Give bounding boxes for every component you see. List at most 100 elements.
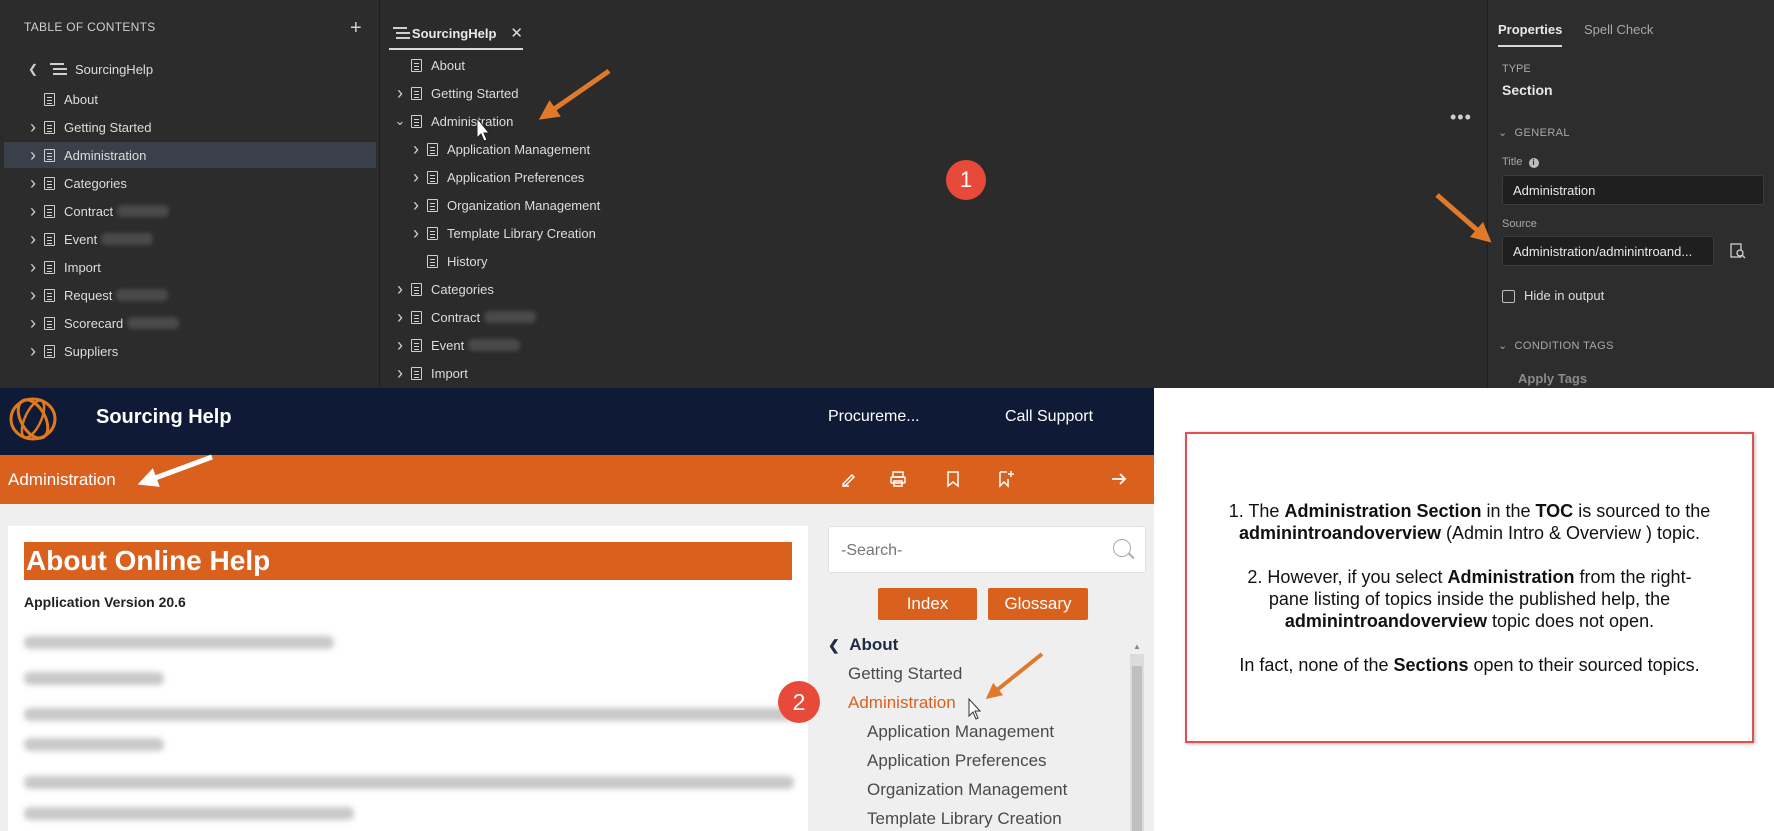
tree-item[interactable]: › Import xyxy=(393,360,468,386)
chevron-right-icon[interactable]: › xyxy=(393,335,407,356)
tree-item[interactable]: › Application Preferences xyxy=(409,164,584,190)
highlight-icon[interactable] xyxy=(840,470,858,488)
tree-item[interactable]: › Application Management xyxy=(409,136,590,162)
tree-item[interactable]: › Categories xyxy=(393,276,494,302)
toc-item[interactable]: › Categories xyxy=(4,170,376,196)
add-bookmark-icon[interactable] xyxy=(997,470,1015,488)
chevron-right-icon[interactable]: › xyxy=(393,363,407,384)
arrow-right-icon[interactable] xyxy=(1110,471,1128,487)
condition-tags-header[interactable]: ⌄ CONDITION TAGS xyxy=(1498,339,1614,352)
nav-procurement-link[interactable]: Procureme... xyxy=(828,408,920,426)
chevron-right-icon[interactable]: › xyxy=(26,145,40,166)
side-topic-link[interactable]: Application Preferences xyxy=(867,751,1047,771)
toc-item[interactable]: About xyxy=(4,86,376,112)
tab-sourcinghelp[interactable]: SourcingHelp ✕ xyxy=(389,18,523,50)
side-back-link[interactable]: ❮ About xyxy=(828,635,898,655)
toc-item[interactable]: › Request xyxy=(4,282,376,308)
title-label: Title i xyxy=(1502,156,1539,168)
more-options-icon[interactable]: ••• xyxy=(1450,108,1472,126)
tree-item[interactable]: History xyxy=(409,248,487,274)
note-bold: Administration Section xyxy=(1284,501,1482,521)
close-icon[interactable]: ✕ xyxy=(510,24,523,42)
document-icon xyxy=(427,170,438,184)
toc-item[interactable]: › Administration xyxy=(4,142,376,168)
side-topic-link[interactable]: Organization Management xyxy=(867,780,1067,800)
side-topic-link[interactable]: Application Management xyxy=(867,722,1054,742)
add-icon[interactable]: + xyxy=(350,18,362,38)
chevron-right-icon[interactable]: › xyxy=(26,313,40,334)
nav-call-support-link[interactable]: Call Support xyxy=(1005,408,1093,426)
toc-item[interactable]: › Contract xyxy=(4,198,376,224)
blurred-text xyxy=(24,776,794,789)
note-text: (Admin Intro & Overview ) topic. xyxy=(1440,523,1701,543)
tree-item[interactable]: › Getting Started xyxy=(393,80,518,106)
toc-item[interactable]: › Suppliers xyxy=(4,338,376,364)
document-icon xyxy=(411,86,422,100)
chevron-down-icon[interactable]: ⌄ xyxy=(393,113,407,129)
source-input[interactable]: Administration/adminintroand... xyxy=(1502,236,1714,266)
toc-panel: TABLE OF CONTENTS + ❮ SourcingHelp About… xyxy=(4,0,380,388)
tree-item[interactable]: ⌄ Administration xyxy=(393,108,514,134)
general-section-header[interactable]: ⌄ GENERAL xyxy=(1498,126,1570,139)
print-icon[interactable] xyxy=(889,470,907,488)
tree-item[interactable]: › Event xyxy=(393,332,521,358)
tab-spell-check[interactable]: Spell Check xyxy=(1584,22,1653,37)
chevron-right-icon[interactable]: › xyxy=(409,167,423,188)
chevron-right-icon[interactable]: › xyxy=(26,257,40,278)
toc-root-row[interactable]: ❮ SourcingHelp xyxy=(4,56,376,82)
side-topic-link[interactable]: Getting Started xyxy=(848,664,962,684)
breadcrumb: Administration xyxy=(8,470,116,489)
toc-item-label: Contract xyxy=(64,203,114,219)
chevron-right-icon[interactable]: › xyxy=(409,139,423,160)
toc-item[interactable]: › Event xyxy=(4,226,376,252)
chevron-right-icon[interactable]: › xyxy=(26,229,40,250)
general-label: GENERAL xyxy=(1514,127,1570,139)
tab-properties[interactable]: Properties xyxy=(1498,22,1563,47)
scrollbar-thumb[interactable] xyxy=(1132,666,1142,831)
toc-item-label: Categories xyxy=(64,175,127,191)
side-topic-link[interactable]: Template Library Creation xyxy=(867,809,1062,829)
glossary-button[interactable]: Glossary xyxy=(988,588,1088,620)
search-icon[interactable] xyxy=(1113,539,1131,557)
chevron-right-icon[interactable]: › xyxy=(26,173,40,194)
document-icon xyxy=(44,92,55,106)
chevron-right-icon[interactable]: › xyxy=(409,195,423,216)
topic-content: About Online Help Application Version 20… xyxy=(8,526,808,831)
toc-icon xyxy=(50,63,64,75)
browse-source-icon[interactable] xyxy=(1730,243,1746,259)
chevron-right-icon[interactable]: › xyxy=(26,201,40,222)
chevron-right-icon[interactable]: › xyxy=(26,117,40,138)
help-sidebar: Index Glossary ❮ About Getting Started Ad… xyxy=(828,526,1148,831)
chevron-right-icon[interactable]: › xyxy=(26,285,40,306)
chevron-left-icon[interactable]: ❮ xyxy=(26,62,40,76)
toc-item[interactable]: › Scorecard xyxy=(4,310,376,336)
toc-item[interactable]: › Import xyxy=(4,254,376,280)
tree-item[interactable]: About xyxy=(393,52,465,78)
apply-tags-button[interactable]: Apply Tags xyxy=(1518,371,1587,386)
search-input[interactable] xyxy=(839,541,1099,561)
chevron-right-icon[interactable]: › xyxy=(26,341,40,362)
chevron-right-icon[interactable]: › xyxy=(409,223,423,244)
index-button[interactable]: Index xyxy=(878,588,977,620)
hide-in-output-checkbox[interactable] xyxy=(1502,290,1515,303)
note-text: 2. However, if you select xyxy=(1247,567,1448,587)
chevron-right-icon[interactable]: › xyxy=(393,279,407,300)
document-icon xyxy=(427,142,438,156)
note-text: topic does not open. xyxy=(1486,611,1655,631)
properties-panel: Properties Spell Check TYPE Section ⌄ GE… xyxy=(1487,0,1774,388)
title-input[interactable]: Administration xyxy=(1502,175,1764,205)
bookmark-icon[interactable] xyxy=(945,470,961,488)
tree-item[interactable]: › Template Library Creation xyxy=(409,220,596,246)
toc-item[interactable]: › Getting Started xyxy=(4,114,376,140)
tree-item[interactable]: › Organization Management xyxy=(409,192,600,218)
blurred-text xyxy=(24,738,164,751)
side-topic-link[interactable]: Administration xyxy=(848,693,956,713)
scroll-up-icon[interactable]: ▲ xyxy=(1133,642,1141,651)
toc-icon xyxy=(393,27,407,39)
search-box[interactable] xyxy=(828,526,1146,573)
app-version: Application Version 20.6 xyxy=(24,594,186,610)
published-help-window: Sourcing Help Procureme... Call Support … xyxy=(0,388,1154,831)
tree-item[interactable]: › Contract xyxy=(393,304,537,330)
chevron-right-icon[interactable]: › xyxy=(393,83,407,104)
chevron-right-icon[interactable]: › xyxy=(393,307,407,328)
